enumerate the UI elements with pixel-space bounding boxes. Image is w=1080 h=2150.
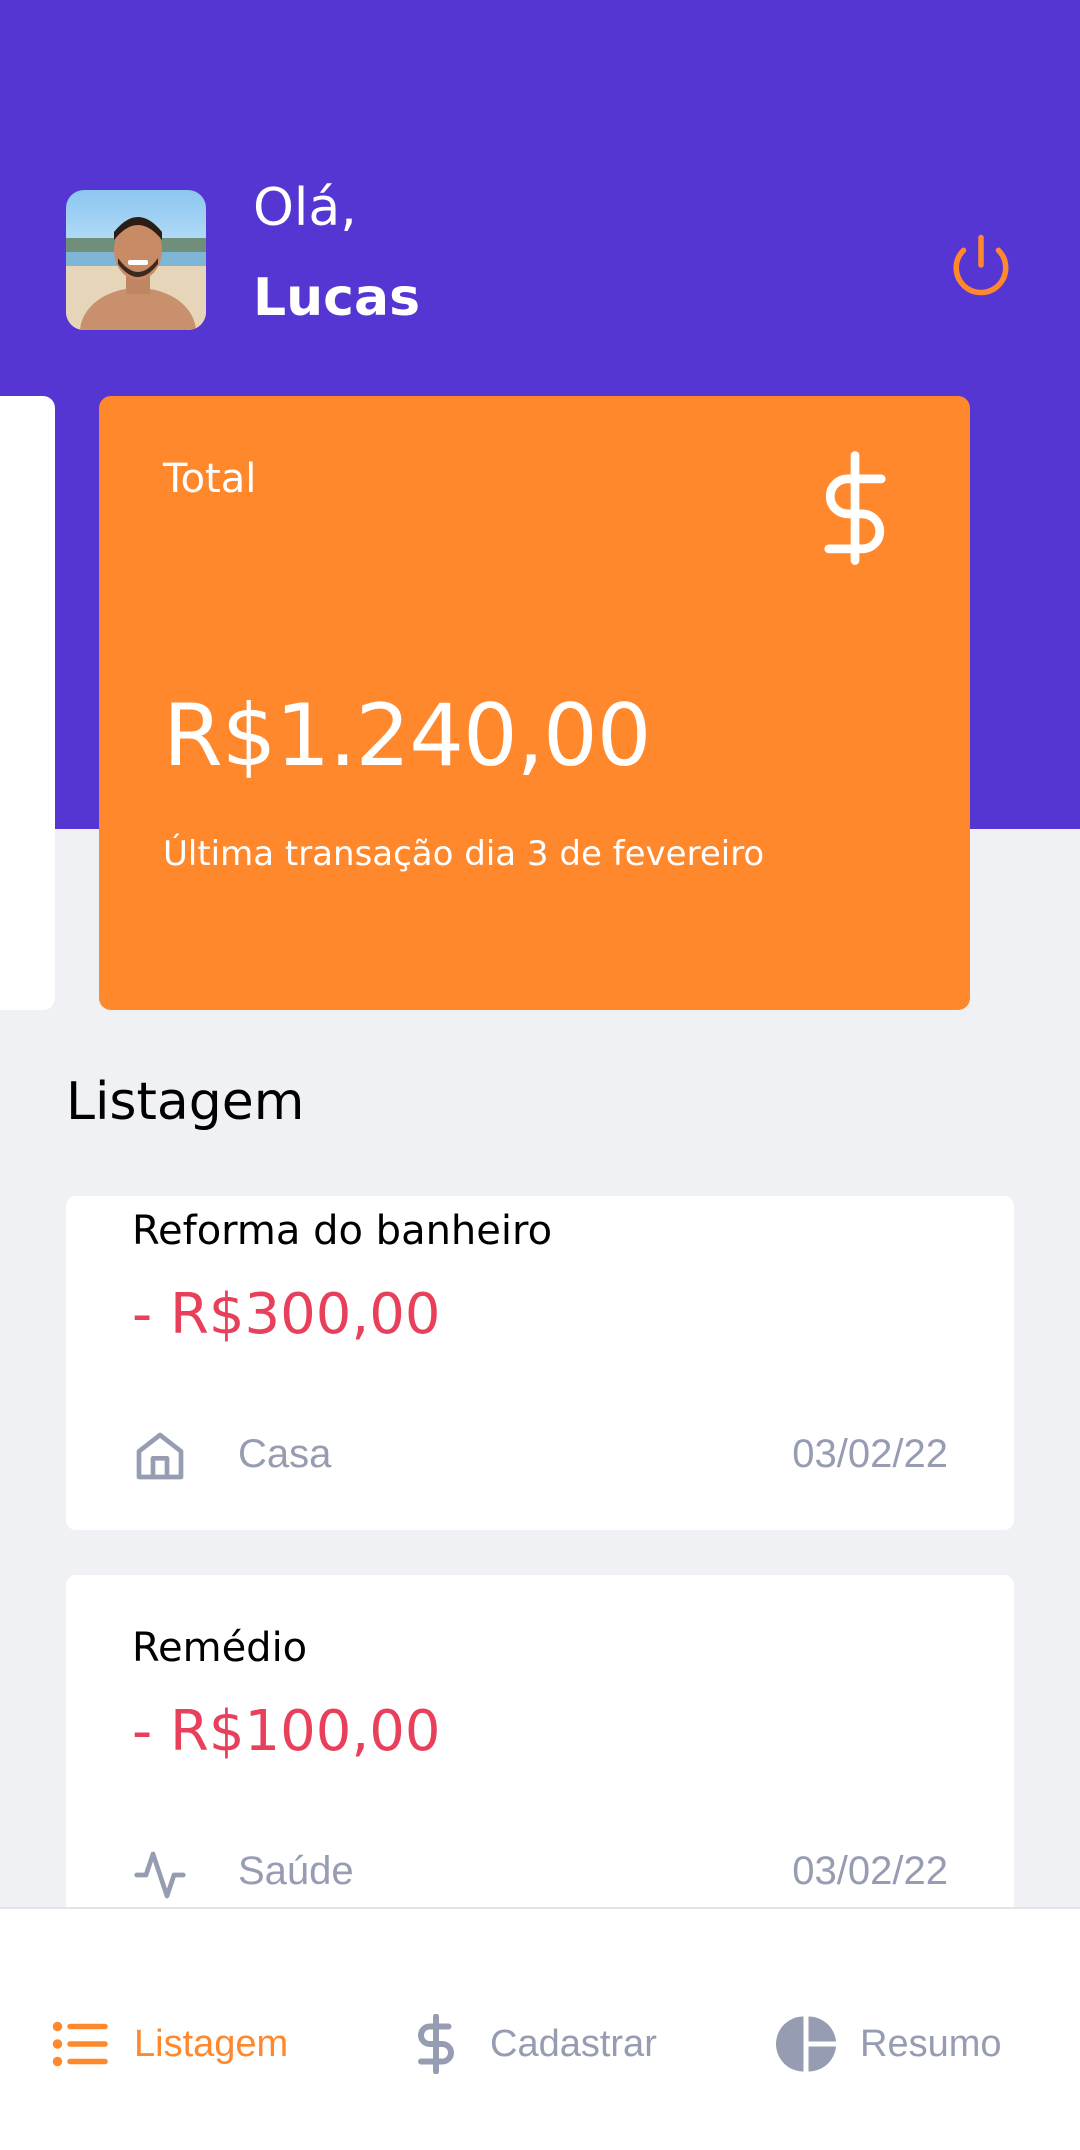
transaction-category: Casa [238,1432,332,1476]
home-icon [136,1432,184,1480]
dollar-sign-icon [418,2014,454,2074]
dollar-sign-icon [824,451,886,565]
highlight-card-total[interactable]: Total R$1.240,00 Última transação dia 3 … [99,396,970,1010]
highlight-card-previous[interactable] [0,396,55,1010]
card-last-transaction: Última transação dia 3 de fevereiro [163,834,765,874]
transaction-date: 03/02/22 [792,1432,948,1476]
tab-resumo[interactable]: Resumo [776,2009,1002,2079]
section-title: Listagem [66,1072,305,1132]
transaction-name: Remédio [132,1625,308,1671]
transaction-amount: - R$100,00 [132,1699,441,1764]
transaction-card[interactable]: Reforma do banheiro - R$300,00 Casa 03/0… [66,1196,1014,1530]
tab-label: Resumo [860,2022,1002,2065]
transaction-name: Reforma do banheiro [132,1208,553,1254]
greeting-text: Olá, [253,178,357,238]
tab-label: Listagem [134,2022,289,2065]
tab-listagem[interactable]: Listagem [50,2009,288,2079]
list-icon [52,2021,108,2067]
transaction-amount: - R$300,00 [132,1282,441,1347]
tab-cadastrar[interactable]: Cadastrar [406,2009,657,2079]
bottom-tab-bar: Listagem Cadastrar Resumo [0,1907,1080,2150]
tab-label: Cadastrar [490,2022,657,2065]
user-photo-icon [66,190,206,330]
activity-icon [134,1851,186,1899]
card-title: Total [163,456,257,502]
avatar[interactable] [66,190,206,330]
power-icon [953,234,1009,296]
pie-chart-icon [776,2016,836,2072]
transaction-date: 03/02/22 [792,1849,948,1893]
transaction-category: Saúde [238,1849,354,1893]
username: Lucas [253,268,421,328]
logout-button[interactable] [948,232,1014,298]
card-amount: R$1.240,00 [163,686,651,786]
